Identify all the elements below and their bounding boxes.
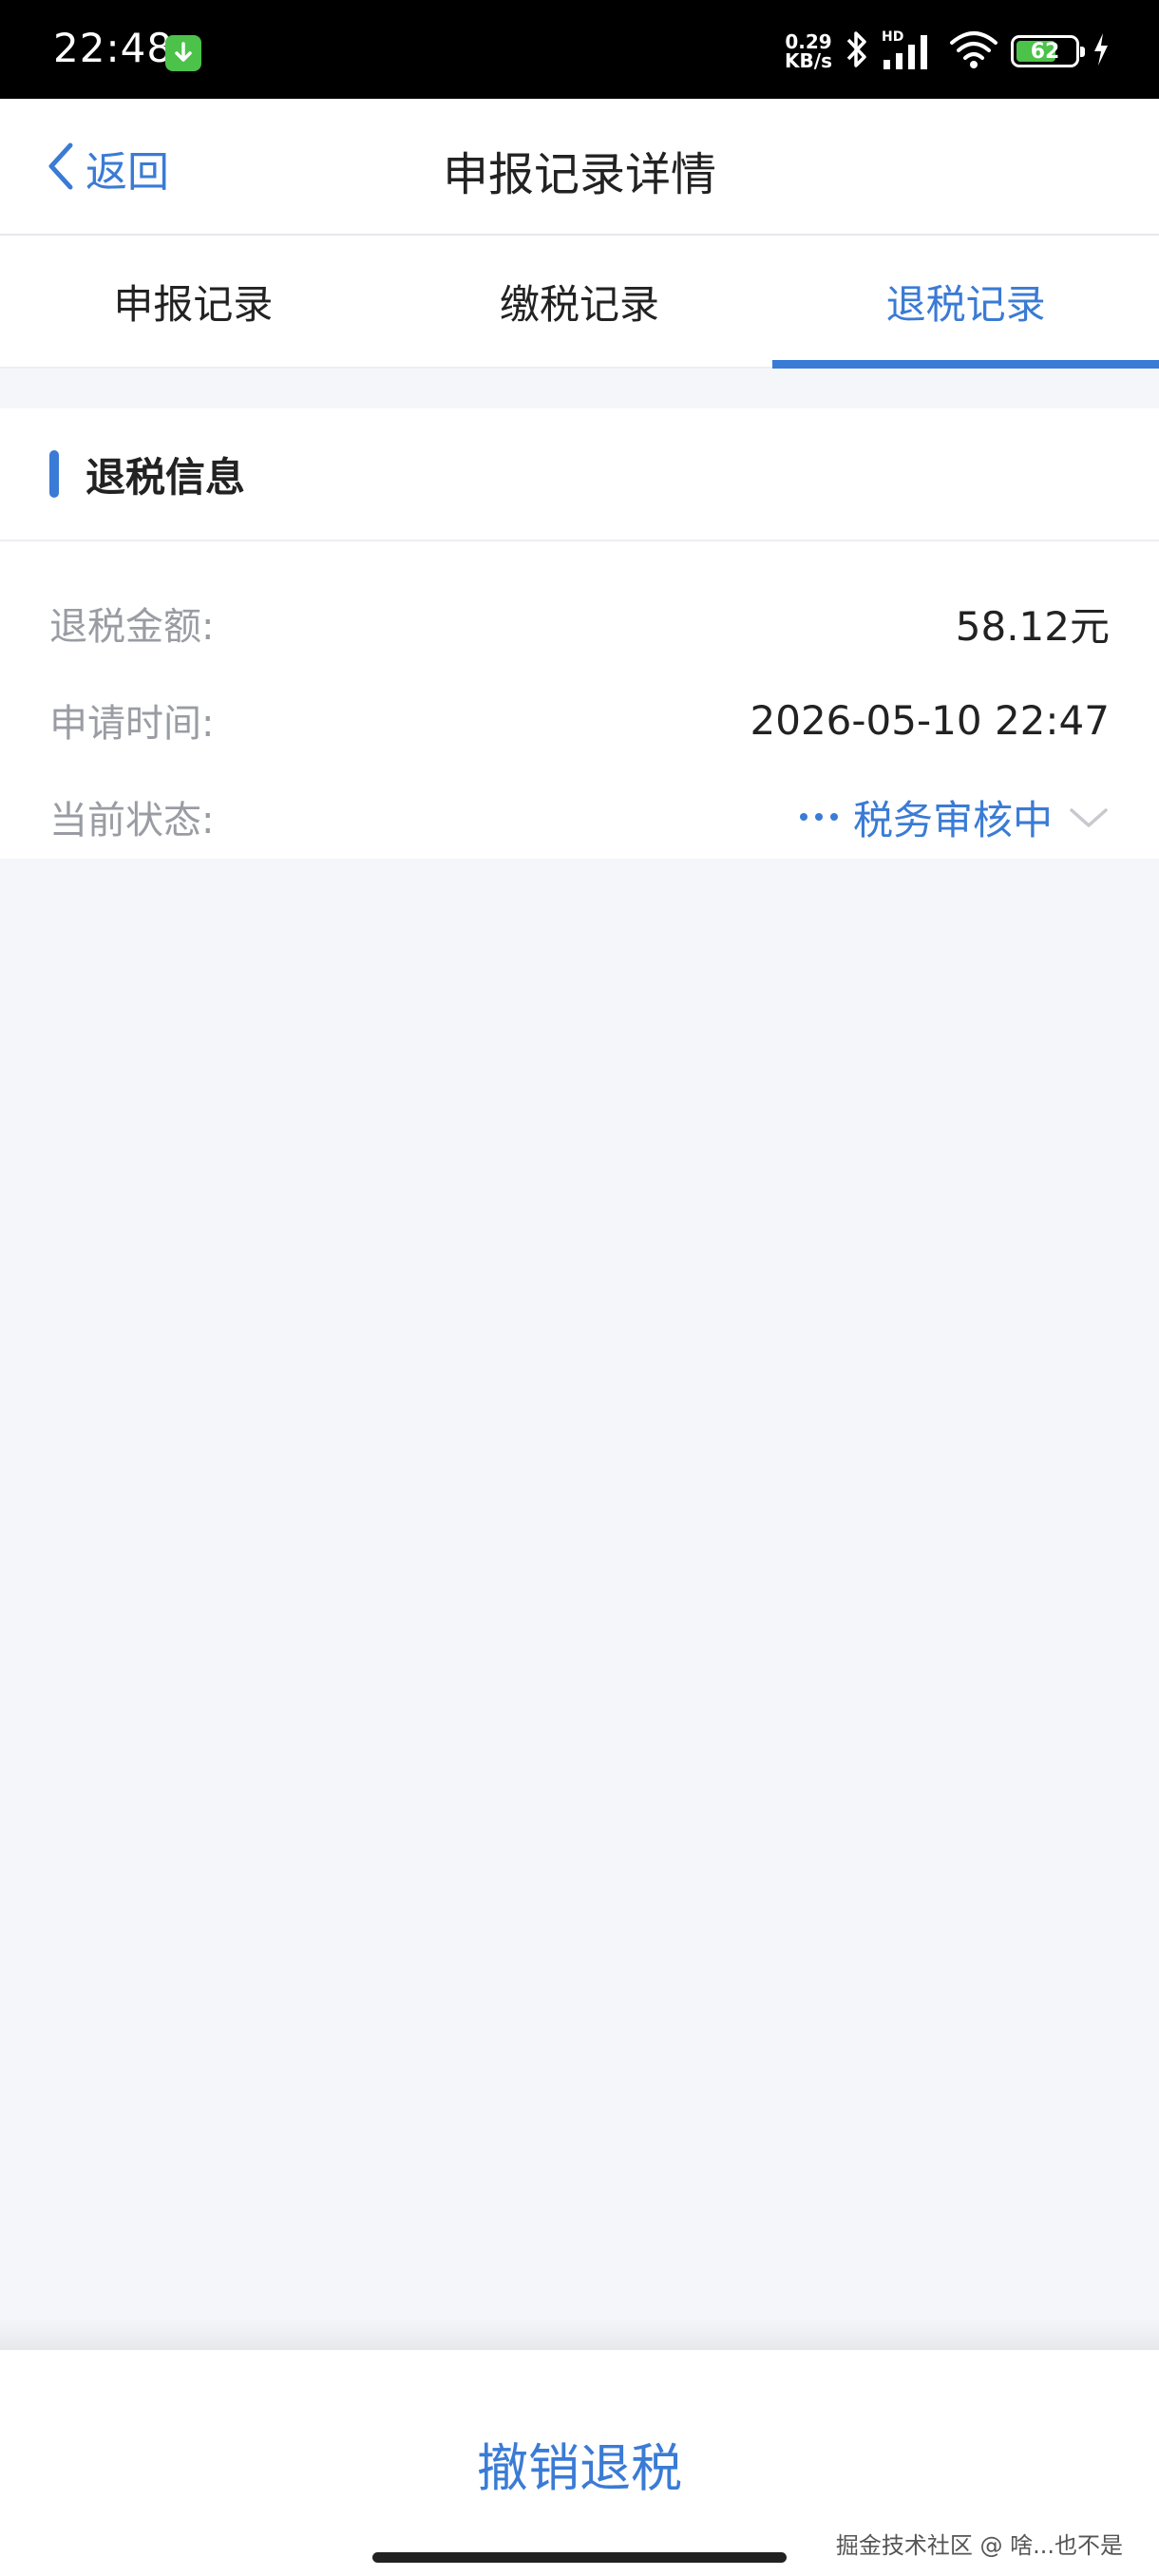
network-speed: 0.29 KB/s bbox=[785, 32, 832, 70]
refund-amount-value: 58.12元 bbox=[955, 602, 1110, 650]
status-dropdown[interactable]: 税务审核中 bbox=[799, 788, 1110, 846]
bottom-shadow bbox=[0, 2318, 1159, 2350]
chevron-down-icon bbox=[1068, 794, 1110, 841]
refund-info-section: 退税信息 退税金额: 58.12元 申请时间: 2026-05-10 22:47… bbox=[0, 408, 1159, 859]
nav-bar: 返回 申报记录详情 bbox=[0, 99, 1159, 236]
apply-time-label: 申请时间: bbox=[49, 702, 215, 746]
battery-level: 62 bbox=[1030, 39, 1060, 64]
current-status-row: 当前状态: 税务审核中 bbox=[49, 779, 1110, 855]
network-speed-value: 0.29 bbox=[785, 30, 832, 53]
status-bar: 22:48 0.29 KB/s HD 62 bbox=[0, 0, 1159, 99]
home-indicator[interactable] bbox=[372, 2552, 787, 2563]
status-time: 22:48 bbox=[53, 25, 174, 71]
apply-time-row: 申请时间: 2026-05-10 22:47 bbox=[49, 682, 1110, 758]
tab-declaration-records[interactable]: 申报记录 bbox=[0, 236, 387, 367]
download-icon bbox=[165, 35, 201, 71]
revoke-refund-button[interactable]: 撤销退税 bbox=[0, 2426, 1159, 2501]
refund-amount-label: 退税金额: bbox=[49, 605, 215, 649]
page-title: 申报记录详情 bbox=[442, 148, 716, 201]
current-status-label: 当前状态: bbox=[49, 799, 215, 843]
tab-tax-refund-records[interactable]: 退税记录 bbox=[772, 236, 1159, 369]
watermark: 掘金技术社区 @ 啥...也不是 bbox=[835, 2532, 1123, 2559]
wifi-icon bbox=[948, 28, 999, 75]
network-speed-unit: KB/s bbox=[785, 49, 832, 72]
bottom-action-bar: 撤销退税 掘金技术社区 @ 啥...也不是 bbox=[0, 2350, 1159, 2576]
refund-amount-row: 退税金额: 58.12元 bbox=[49, 585, 1110, 661]
section-accent-bar bbox=[49, 450, 59, 498]
progress-dots-icon bbox=[799, 813, 838, 821]
charging-icon bbox=[1091, 30, 1112, 72]
bluetooth-icon bbox=[844, 28, 870, 75]
signal-icon: HD bbox=[882, 29, 937, 73]
tab-bar: 申报记录 缴税记录 退税记录 bbox=[0, 236, 1159, 369]
battery-icon: 62 bbox=[1011, 35, 1085, 67]
section-title: 退税信息 bbox=[86, 453, 246, 501]
section-header: 退税信息 bbox=[0, 408, 1159, 541]
apply-time-value: 2026-05-10 22:47 bbox=[750, 696, 1110, 744]
tab-tax-payment-records[interactable]: 缴税记录 bbox=[387, 236, 773, 367]
current-status-value: 税务审核中 bbox=[852, 796, 1053, 843]
